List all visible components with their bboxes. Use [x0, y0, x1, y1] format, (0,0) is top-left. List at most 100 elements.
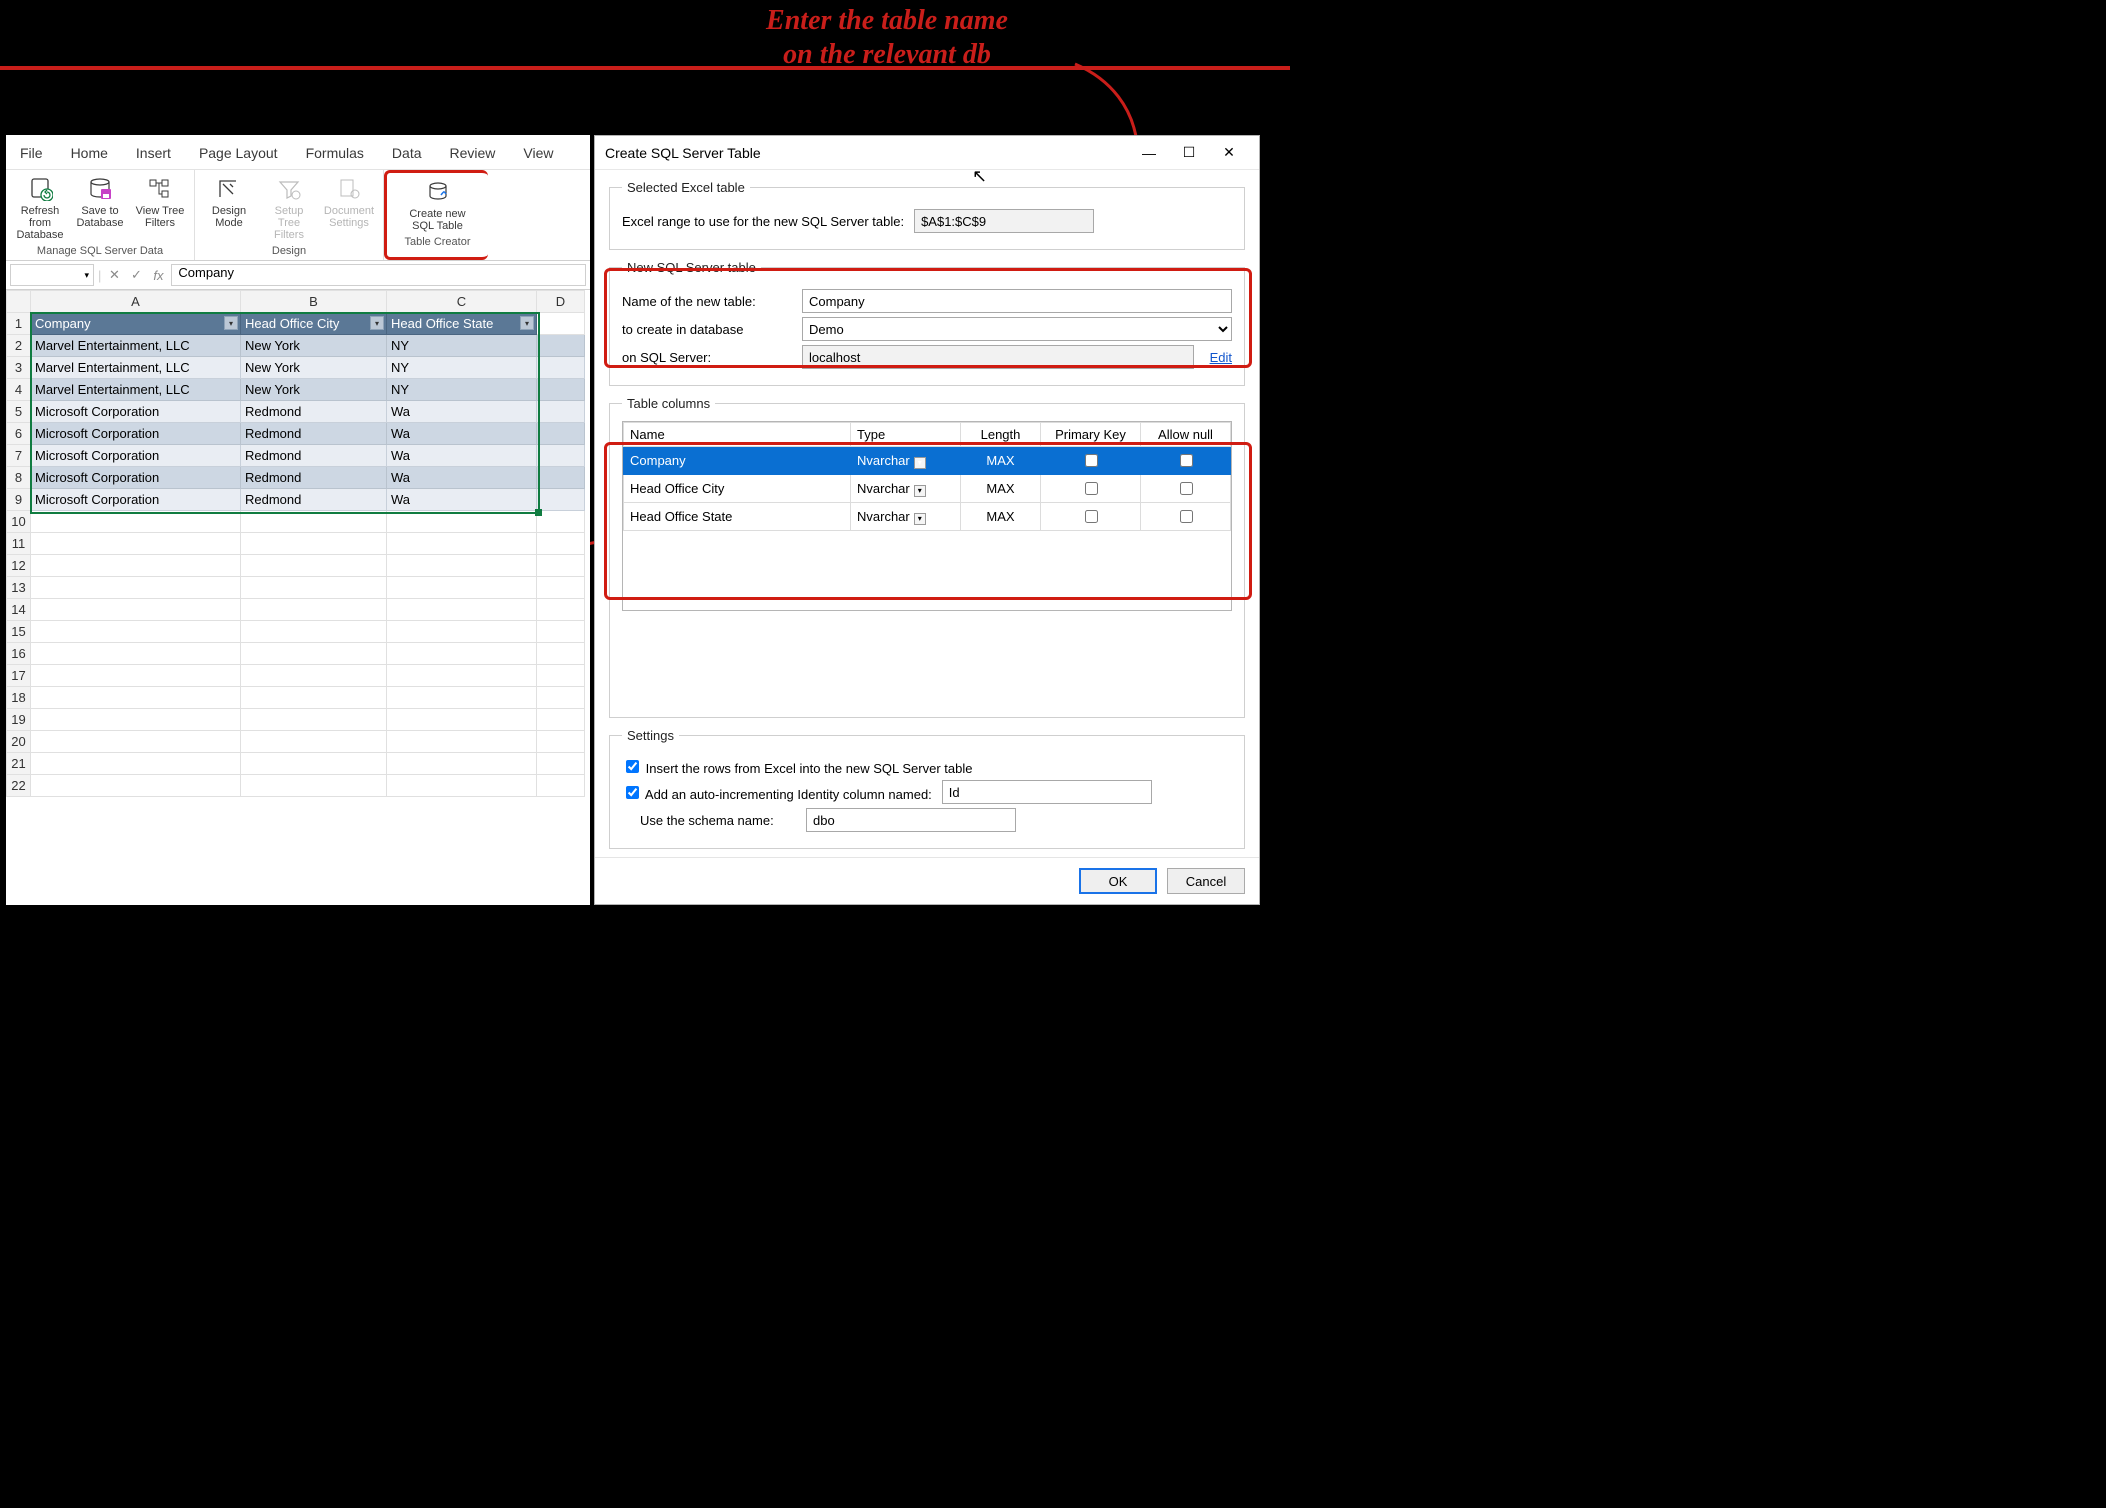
- cell[interactable]: [31, 665, 241, 687]
- minimize-button[interactable]: —: [1129, 140, 1169, 166]
- row-header[interactable]: 14: [7, 599, 31, 621]
- close-button[interactable]: ✕: [1209, 140, 1249, 166]
- cell[interactable]: [31, 687, 241, 709]
- save-to-db-button[interactable]: Save to Database: [72, 174, 128, 243]
- cell[interactable]: [31, 511, 241, 533]
- table-name-input[interactable]: [802, 289, 1232, 313]
- tab-file[interactable]: File: [6, 143, 57, 163]
- cell[interactable]: Microsoft Corporation: [31, 401, 241, 423]
- cell[interactable]: [387, 533, 537, 555]
- column-header[interactable]: C: [387, 291, 537, 313]
- cell[interactable]: [241, 643, 387, 665]
- column-header[interactable]: D: [537, 291, 585, 313]
- cell[interactable]: [241, 665, 387, 687]
- cell[interactable]: [241, 687, 387, 709]
- row-header[interactable]: 8: [7, 467, 31, 489]
- identity-checkbox[interactable]: [626, 786, 639, 799]
- cell[interactable]: Redmond: [241, 423, 387, 445]
- refresh-from-db-button[interactable]: Refresh from Database: [12, 174, 68, 243]
- cell[interactable]: [241, 555, 387, 577]
- col-pk-cell[interactable]: [1041, 447, 1141, 475]
- col-type-cell[interactable]: Nvarchar▾: [851, 503, 961, 531]
- column-header[interactable]: A: [31, 291, 241, 313]
- row-header[interactable]: 21: [7, 753, 31, 775]
- cell[interactable]: New York: [241, 379, 387, 401]
- cell[interactable]: [241, 533, 387, 555]
- col-pk-cell[interactable]: [1041, 475, 1141, 503]
- tab-page-layout[interactable]: Page Layout: [185, 143, 292, 163]
- identity-name-input[interactable]: [942, 780, 1152, 804]
- col-null-cell[interactable]: [1141, 447, 1231, 475]
- tab-insert[interactable]: Insert: [122, 143, 185, 163]
- col-name-cell[interactable]: Head Office City: [624, 475, 851, 503]
- cell[interactable]: [537, 577, 585, 599]
- cell[interactable]: [537, 511, 585, 533]
- view-tree-filters-button[interactable]: View Tree Filters: [132, 174, 188, 243]
- cell[interactable]: [31, 775, 241, 797]
- allow-null-checkbox[interactable]: [1180, 482, 1193, 495]
- cell[interactable]: [31, 533, 241, 555]
- cell[interactable]: [387, 709, 537, 731]
- insert-rows-checkbox[interactable]: [626, 760, 639, 773]
- row-header[interactable]: 3: [7, 357, 31, 379]
- cancel-button[interactable]: Cancel: [1167, 868, 1245, 894]
- edit-server-link[interactable]: Edit: [1210, 350, 1232, 365]
- row-header[interactable]: 1: [7, 313, 31, 335]
- row-header[interactable]: 15: [7, 621, 31, 643]
- row-header[interactable]: 17: [7, 665, 31, 687]
- pk-checkbox[interactable]: [1085, 510, 1098, 523]
- dropdown-icon[interactable]: ▾: [914, 457, 926, 469]
- col-type-cell[interactable]: Nvarchar▾: [851, 475, 961, 503]
- filter-dropdown-icon[interactable]: ▾: [370, 316, 384, 330]
- row-header[interactable]: 16: [7, 643, 31, 665]
- col-pk-cell[interactable]: [1041, 503, 1141, 531]
- col-name-cell[interactable]: Head Office State: [624, 503, 851, 531]
- cell[interactable]: [31, 555, 241, 577]
- col-length-cell[interactable]: MAX: [961, 447, 1041, 475]
- row-header[interactable]: 2: [7, 335, 31, 357]
- cell[interactable]: [241, 511, 387, 533]
- cell[interactable]: [387, 687, 537, 709]
- filter-dropdown-icon[interactable]: ▾: [520, 316, 534, 330]
- cell[interactable]: [241, 621, 387, 643]
- cell[interactable]: [537, 599, 585, 621]
- cancel-formula-icon[interactable]: ✕: [105, 266, 123, 284]
- table-header-cell[interactable]: Head Office City▾: [241, 313, 387, 335]
- cell[interactable]: [387, 731, 537, 753]
- cell[interactable]: Wa: [387, 445, 537, 467]
- cell[interactable]: [537, 555, 585, 577]
- cell[interactable]: [31, 753, 241, 775]
- cell[interactable]: [537, 731, 585, 753]
- row-header[interactable]: 13: [7, 577, 31, 599]
- cell[interactable]: Wa: [387, 489, 537, 511]
- cell[interactable]: [241, 709, 387, 731]
- cell[interactable]: [537, 643, 585, 665]
- table-header-cell[interactable]: Company▾: [31, 313, 241, 335]
- cell[interactable]: [31, 599, 241, 621]
- formula-input[interactable]: Company: [171, 264, 586, 286]
- cell[interactable]: [387, 599, 537, 621]
- cell[interactable]: [387, 577, 537, 599]
- col-length-cell[interactable]: MAX: [961, 475, 1041, 503]
- cell[interactable]: Microsoft Corporation: [31, 489, 241, 511]
- cell[interactable]: Wa: [387, 401, 537, 423]
- cell[interactable]: Wa: [387, 467, 537, 489]
- allow-null-checkbox[interactable]: [1180, 510, 1193, 523]
- filter-dropdown-icon[interactable]: ▾: [224, 316, 238, 330]
- dropdown-icon[interactable]: ▾: [914, 485, 926, 497]
- cell[interactable]: [387, 665, 537, 687]
- cell[interactable]: [241, 577, 387, 599]
- cell[interactable]: Wa: [387, 423, 537, 445]
- tab-review[interactable]: Review: [436, 143, 510, 163]
- tab-formulas[interactable]: Formulas: [292, 143, 378, 163]
- cell[interactable]: [537, 665, 585, 687]
- columns-table[interactable]: NameTypeLengthPrimary KeyAllow nullCompa…: [622, 421, 1232, 611]
- cell[interactable]: [537, 709, 585, 731]
- cell[interactable]: [387, 621, 537, 643]
- table-header-cell[interactable]: Head Office State▾: [387, 313, 537, 335]
- columns-header[interactable]: Length: [961, 423, 1041, 447]
- cell[interactable]: [387, 753, 537, 775]
- ok-button[interactable]: OK: [1079, 868, 1157, 894]
- cell[interactable]: Redmond: [241, 467, 387, 489]
- cell[interactable]: Microsoft Corporation: [31, 445, 241, 467]
